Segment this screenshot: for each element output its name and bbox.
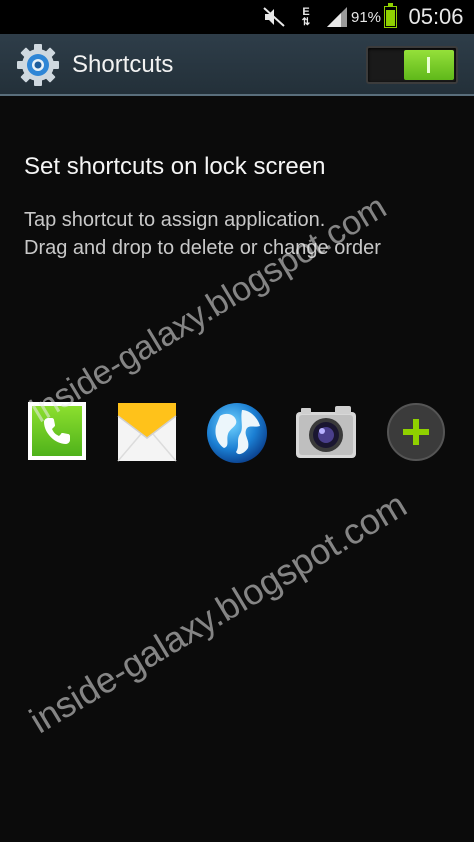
data-type-label: E <box>302 5 310 18</box>
settings-gear-icon[interactable] <box>16 43 60 87</box>
battery-level-fill <box>385 10 395 26</box>
toggle-knob[interactable] <box>404 50 454 80</box>
signal-icon <box>326 0 348 34</box>
plus-icon <box>387 403 445 461</box>
lock-screen-shortcuts-settings: E ⇅ 91% 05:06 Shortcuts Set shortcuts on… <box>0 0 474 842</box>
data-activity-icon: E ⇅ <box>296 0 316 34</box>
battery-percent: 91% <box>350 8 382 26</box>
section-heading: Set shortcuts on lock screen <box>24 153 326 180</box>
add-shortcut-button[interactable] <box>386 402 446 462</box>
battery-icon <box>381 0 399 34</box>
shortcut-email[interactable] <box>117 402 177 462</box>
mute-icon <box>262 0 286 34</box>
action-bar: Shortcuts <box>0 34 474 96</box>
shortcuts-toggle-switch[interactable] <box>366 46 458 84</box>
shortcut-phone[interactable] <box>28 402 88 462</box>
phone-icon <box>28 402 86 460</box>
email-icon <box>117 403 177 462</box>
description-line-2: Drag and drop to delete or change order <box>24 237 381 259</box>
page-title: Shortcuts <box>72 51 174 78</box>
globe-icon <box>207 403 267 463</box>
status-bar: E ⇅ 91% 05:06 <box>0 0 474 34</box>
camera-icon <box>296 406 356 458</box>
section-description: Tap shortcut to assign application. Drag… <box>24 206 381 262</box>
data-arrows-icon: ⇅ <box>301 16 311 28</box>
status-time: 05:06 <box>408 4 464 29</box>
shortcut-internet[interactable] <box>206 402 267 463</box>
watermark-text: inside-galaxy.blogspot.com <box>22 483 414 742</box>
description-line-1: Tap shortcut to assign application. <box>24 209 326 231</box>
shortcut-camera[interactable] <box>295 402 356 462</box>
